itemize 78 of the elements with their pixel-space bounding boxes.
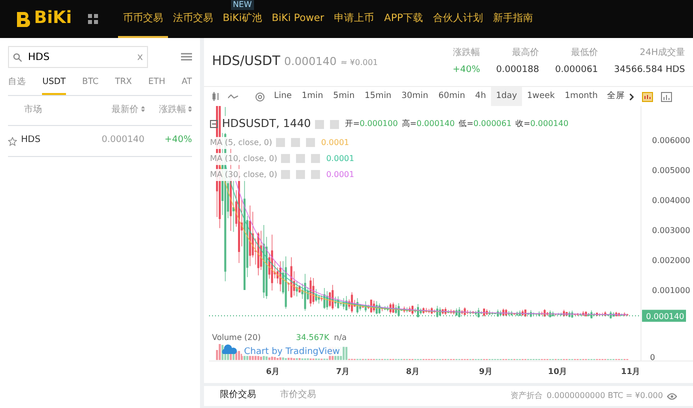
stat-label: 涨跌幅: [452, 46, 480, 60]
axis-label: 9月: [479, 367, 493, 376]
order-tab[interactable]: 限价交易: [220, 389, 256, 403]
ohlc-value: 0.000140: [416, 119, 455, 128]
stat-label: 24H成交量: [638, 46, 685, 60]
interval-tab[interactable]: 60min: [433, 87, 470, 106]
ohlc-value: 0.000140: [530, 119, 568, 128]
axis-label: 7月: [336, 367, 350, 376]
ohlc-value: 0.000100: [360, 119, 398, 128]
ohlc-label: 开=: [344, 119, 360, 128]
change-text: +40%: [163, 134, 192, 148]
stat-value: 34566.584 HDS: [614, 64, 685, 77]
stat-label: 最低价: [570, 46, 598, 60]
stat-value: +40%: [452, 64, 480, 77]
indicator-value: 0.0001: [326, 152, 354, 164]
nav-link[interactable]: BiKi矿池: [218, 11, 267, 38]
market-tab[interactable]: TRX: [114, 72, 132, 95]
pair-title: HDS/USDT: [212, 53, 280, 72]
market-tab[interactable]: BTC: [82, 72, 99, 95]
assets-label: 资产折合: [510, 390, 543, 402]
axis-label: 0.004000: [652, 196, 690, 205]
column-header: 市场: [24, 104, 42, 115]
axis-label: 10月: [548, 367, 568, 376]
interval-tab[interactable]: 1day: [490, 87, 522, 106]
cny-price: ≈ ¥0.001: [340, 57, 378, 70]
interval-tab[interactable]: 1week: [522, 87, 560, 106]
volume-extra: n/a: [334, 333, 347, 342]
market-tab[interactable]: ETH: [148, 72, 166, 95]
indicator-label: MA (30, close, 0): [210, 168, 278, 180]
market-row[interactable]: HDS 0.000140 +40%: [8, 126, 192, 157]
axis-label: 0: [650, 353, 656, 362]
interval-tab[interactable]: 4h: [470, 87, 491, 106]
indicator-label: MA (5, close, 0): [210, 136, 272, 148]
nav-link[interactable]: BiKi Power: [266, 11, 330, 38]
stat-value: 0.000188: [496, 64, 540, 77]
ohlc-label: 高=: [402, 119, 417, 128]
interval-tab[interactable]: Line: [269, 87, 297, 106]
axis-label: 0.005000: [652, 166, 690, 175]
ohlc-label: 低=: [458, 119, 474, 128]
interval-tab[interactable]: 5min: [328, 87, 360, 106]
search-field[interactable]: HDS x: [8, 46, 148, 68]
nav-link[interactable]: 申请上币: [329, 11, 380, 38]
axis-label: 0.006000: [652, 136, 690, 145]
axis-label: 8月: [406, 367, 420, 376]
new-badge: NEW: [230, 0, 254, 10]
market-tab[interactable]: AT: [182, 72, 192, 95]
market-tab[interactable]: USDT: [42, 72, 66, 95]
axis-label: 0.001000: [652, 286, 690, 295]
indicator-label: MA (10, close, 0): [210, 152, 278, 164]
nav-link[interactable]: APP下载: [379, 11, 428, 38]
interval-tab[interactable]: 30min: [396, 87, 434, 106]
last-price: 0.000140: [284, 54, 337, 70]
market-tab[interactable]: 自选: [8, 72, 26, 95]
price-text: 0.000140: [100, 134, 145, 148]
last-price-tag: 0.000140: [642, 310, 686, 322]
volume-label: Volume (20): [212, 333, 261, 342]
indicator-value: 0.0001: [321, 136, 350, 148]
indicator-value: 0.0001: [326, 168, 354, 180]
axis-label: 6月: [266, 367, 280, 376]
ohlc-value: 0.000061: [473, 119, 512, 128]
nav-link[interactable]: 合伙人计划: [428, 11, 488, 38]
volume-value: 34.567K: [296, 333, 330, 342]
pair-name: HDS: [21, 134, 40, 148]
interval-tab[interactable]: 1min: [296, 87, 328, 106]
logo-text: BiKi: [34, 7, 72, 30]
axis-label: 0.003000: [652, 226, 690, 235]
interval-tab[interactable]: 15min: [360, 87, 396, 106]
stat-label: 最高价: [511, 46, 540, 60]
nav-link[interactable]: 法币交易: [168, 11, 218, 38]
ohlc-label: 收=: [516, 119, 530, 128]
nav-link[interactable]: 新手指南: [488, 11, 538, 38]
interval-tab[interactable]: 1month: [560, 87, 603, 106]
assets-value: 0.0000000000 BTC = ¥0.000: [546, 390, 663, 402]
axis-label: 11月: [621, 367, 640, 376]
symbol-label: HDSUSDT, 1440: [222, 116, 311, 132]
stat-value: 0.000061: [555, 64, 598, 77]
axis-label: 0.002000: [652, 256, 690, 265]
fullscreen-button[interactable]: 全屏: [606, 90, 625, 103]
